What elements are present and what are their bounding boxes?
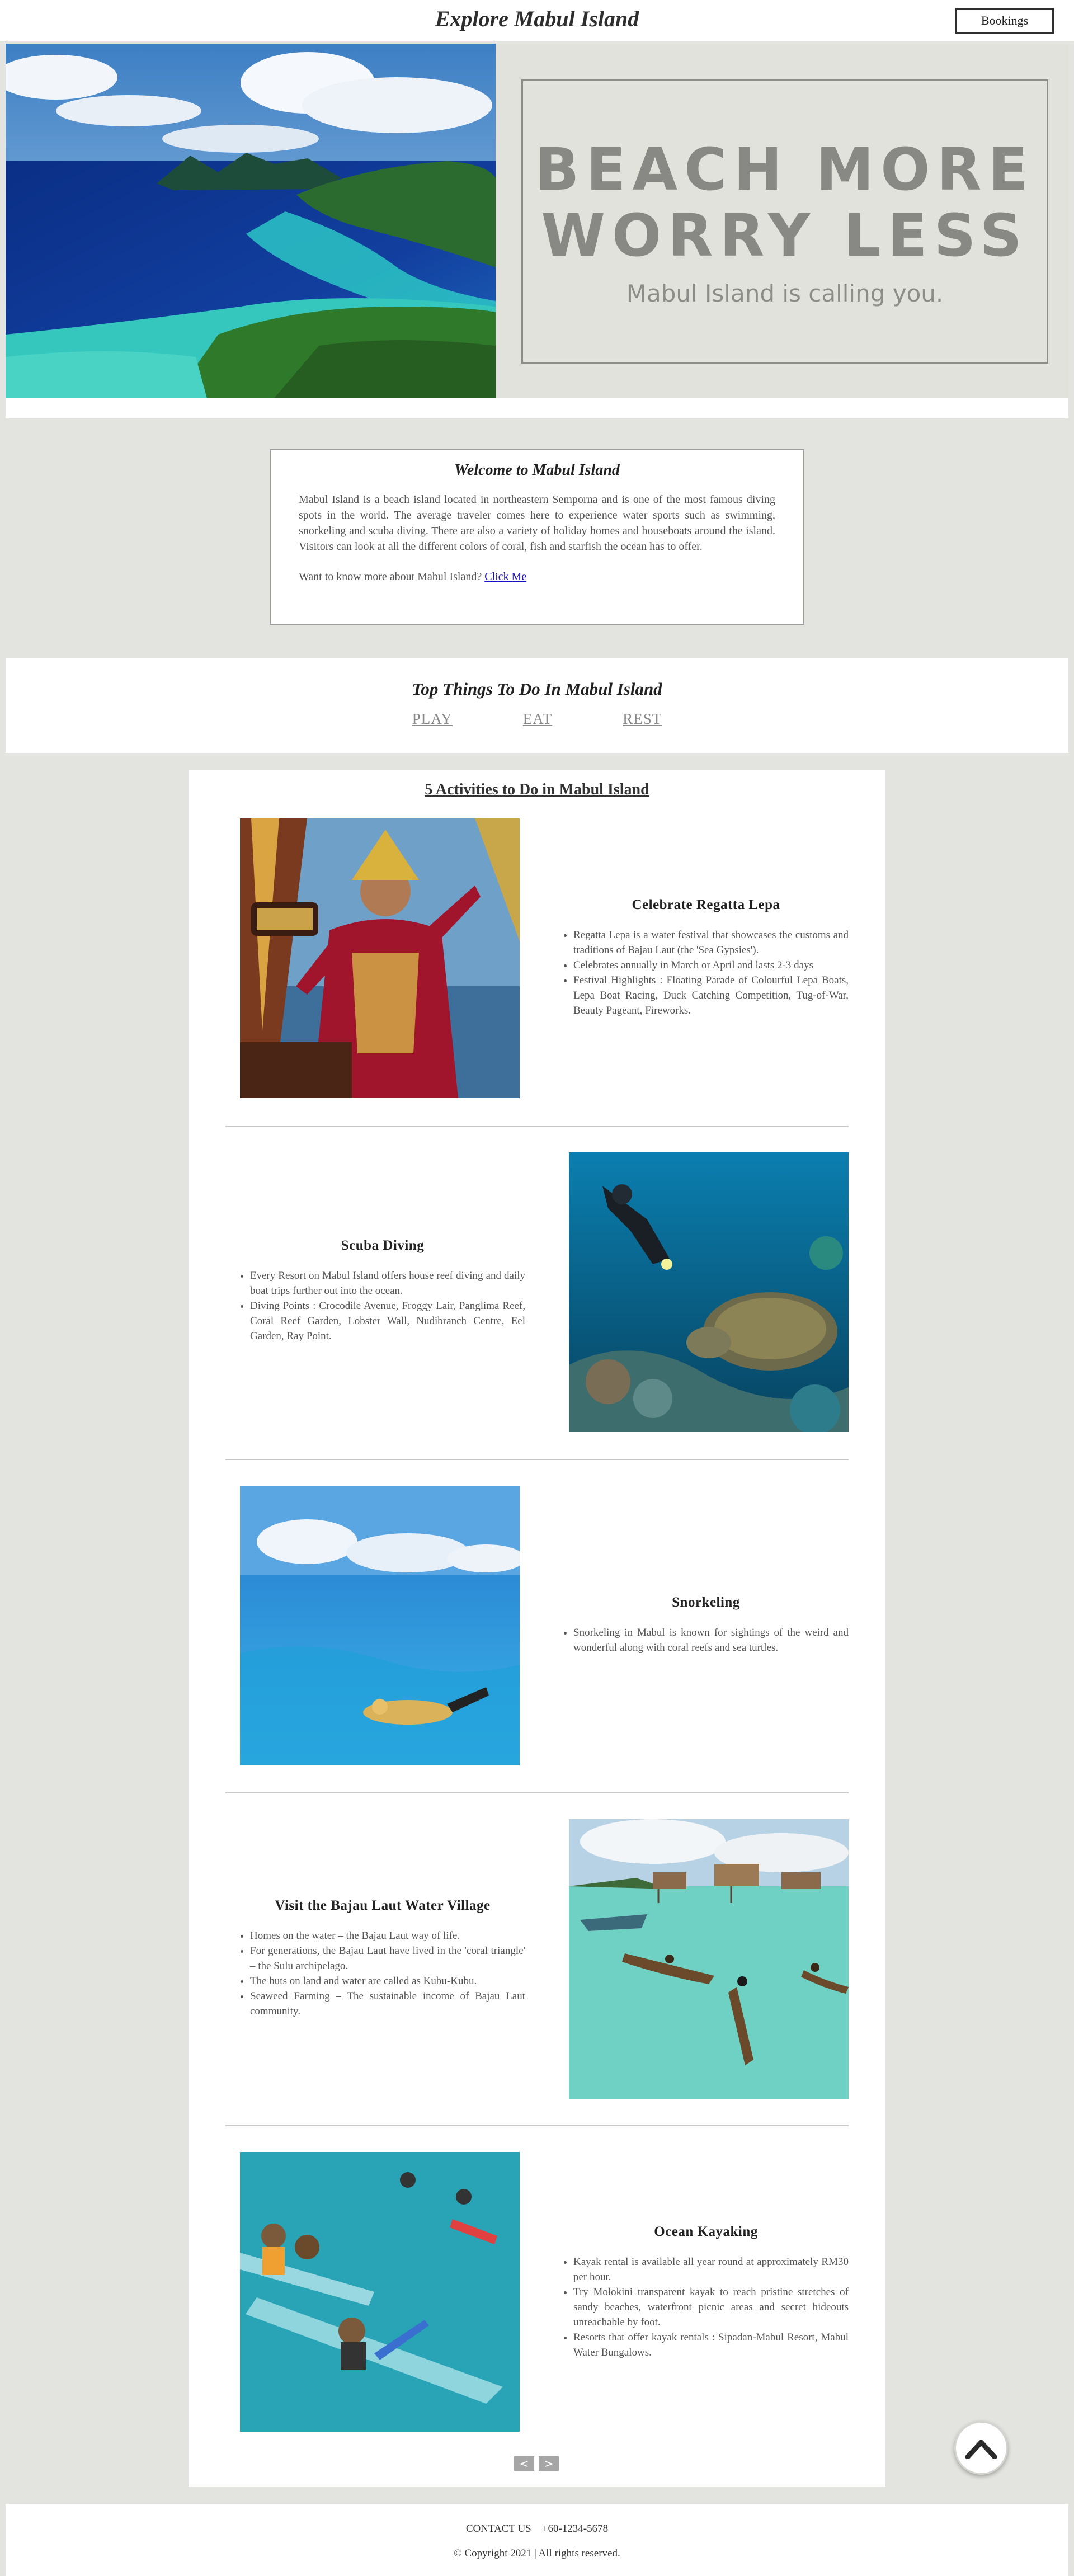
list-item: Seaweed Farming – The sustainable income… — [250, 1989, 525, 2019]
section-divider — [225, 2125, 849, 2126]
top-things-title: Top Things To Do In Mabul Island — [412, 679, 662, 699]
pager-prev-button[interactable]: < — [514, 2456, 534, 2471]
bajau-laut-photo — [569, 1819, 849, 2099]
welcome-know-more: Want to know more about Mabul Island? Cl… — [299, 569, 775, 585]
hero-island-photo — [6, 44, 496, 398]
welcome-title: Welcome to Mabul Island — [454, 461, 620, 479]
list-item: Festival Highlights : Floating Parade of… — [573, 973, 849, 1018]
activities-panel: 5 Activities to Do in Mabul Island Celeb… — [189, 770, 885, 2487]
list-item: Resorts that offer kayak rentals : Sipad… — [573, 2330, 849, 2360]
list-item: Kayak rental is available all year round… — [573, 2254, 849, 2285]
snorkeling-list: Snorkeling in Mabul is known for sightin… — [563, 1625, 849, 1655]
snorkeling-photo — [240, 1486, 520, 1765]
tab-eat[interactable]: EAT — [523, 710, 553, 728]
regatta-lepa-list: Regatta Lepa is a water festival that sh… — [563, 927, 849, 1018]
list-item: Diving Points : Crocodile Avenue, Froggy… — [250, 1298, 525, 1344]
hero-headline-line1: BEACH MORE — [535, 135, 1035, 204]
list-item: Homes on the water – the Bajau Laut way … — [250, 1928, 525, 1943]
pager-next-button[interactable]: > — [539, 2456, 559, 2471]
footer-copyright: © Copyright 2021 | All rights reserved. — [454, 2547, 620, 2559]
list-item: For generations, the Bajau Laut have liv… — [250, 1943, 525, 1974]
contact-label: CONTACT US — [465, 2523, 531, 2535]
scuba-diving-title: Scuba Diving — [341, 1238, 425, 1253]
footer-contact: CONTACT US +60-1234-5678 — [6, 2523, 1068, 2535]
regatta-lepa-title: Celebrate Regatta Lepa — [632, 897, 780, 912]
scuba-diving-list: Every Resort on Mabul Island offers hous… — [240, 1268, 525, 1344]
section-divider — [225, 1459, 849, 1460]
hero-section: BEACH MORE WORRY LESS Mabul Island is ca… — [6, 44, 1068, 418]
ocean-kayaking-info: Ocean Kayaking Kayak rental is available… — [563, 2224, 849, 2360]
list-item: Snorkeling in Mabul is known for sightin… — [573, 1625, 849, 1655]
list-item: The huts on land and water are called as… — [250, 1974, 525, 1989]
ocean-kayaking-list: Kayak rental is available all year round… — [563, 2254, 849, 2360]
list-item: Regatta Lepa is a water festival that sh… — [573, 927, 849, 958]
know-more-text: Want to know more about Mabul Island? — [299, 571, 482, 583]
tab-play[interactable]: PLAY — [412, 710, 453, 728]
top-things-section: Top Things To Do In Mabul Island PLAY EA… — [6, 658, 1068, 753]
snorkeling-title: Snorkeling — [672, 1595, 740, 1610]
back-to-top-button[interactable] — [954, 2421, 1008, 2475]
bajau-laut-list: Homes on the water – the Bajau Laut way … — [240, 1928, 525, 2019]
activities-title: 5 Activities to Do in Mabul Island — [425, 781, 649, 798]
scuba-diving-photo — [569, 1152, 849, 1432]
regatta-lepa-info: Celebrate Regatta Lepa Regatta Lepa is a… — [563, 897, 849, 1018]
ocean-kayaking-photo — [240, 2152, 520, 2432]
site-footer: CONTACT US +60-1234-5678 © Copyright 202… — [6, 2504, 1068, 2576]
ocean-kayaking-title: Ocean Kayaking — [654, 2224, 758, 2239]
list-item: Try Molokini transparent kayak to reach … — [573, 2285, 849, 2330]
site-header: Explore Mabul Island Bookings — [0, 0, 1074, 41]
click-me-link[interactable]: Click Me — [484, 571, 526, 583]
category-tabs: PLAY EAT REST — [6, 710, 1068, 728]
hero-tagline-box: BEACH MORE WORRY LESS Mabul Island is ca… — [521, 79, 1048, 364]
site-title: Explore Mabul Island — [435, 6, 639, 31]
welcome-card: Welcome to Mabul Island Mabul Island is … — [270, 449, 804, 625]
bookings-button[interactable]: Bookings — [955, 8, 1054, 34]
hero-bottom-strip — [6, 398, 1068, 418]
tab-rest[interactable]: REST — [623, 710, 662, 728]
list-item: Celebrates annually in March or April an… — [573, 958, 849, 973]
scuba-diving-info: Scuba Diving Every Resort on Mabul Islan… — [240, 1238, 525, 1344]
activities-pager: < > — [514, 2456, 559, 2471]
hero-headline-line2: WORRY LESS — [541, 201, 1029, 270]
bajau-laut-title: Visit the Bajau Laut Water Village — [275, 1898, 491, 1913]
regatta-lepa-photo — [240, 818, 520, 1098]
list-item: Every Resort on Mabul Island offers hous… — [250, 1268, 525, 1298]
section-divider — [225, 1126, 849, 1127]
contact-phone: +60-1234-5678 — [541, 2523, 609, 2535]
hero-subtitle: Mabul Island is calling you. — [626, 279, 944, 307]
bajau-laut-info: Visit the Bajau Laut Water Village Homes… — [240, 1898, 525, 2019]
chevron-up-icon — [965, 2440, 997, 2459]
snorkeling-info: Snorkeling Snorkeling in Mabul is known … — [563, 1595, 849, 1655]
section-divider — [225, 1792, 849, 1793]
welcome-body: Mabul Island is a beach island located i… — [299, 493, 775, 553]
